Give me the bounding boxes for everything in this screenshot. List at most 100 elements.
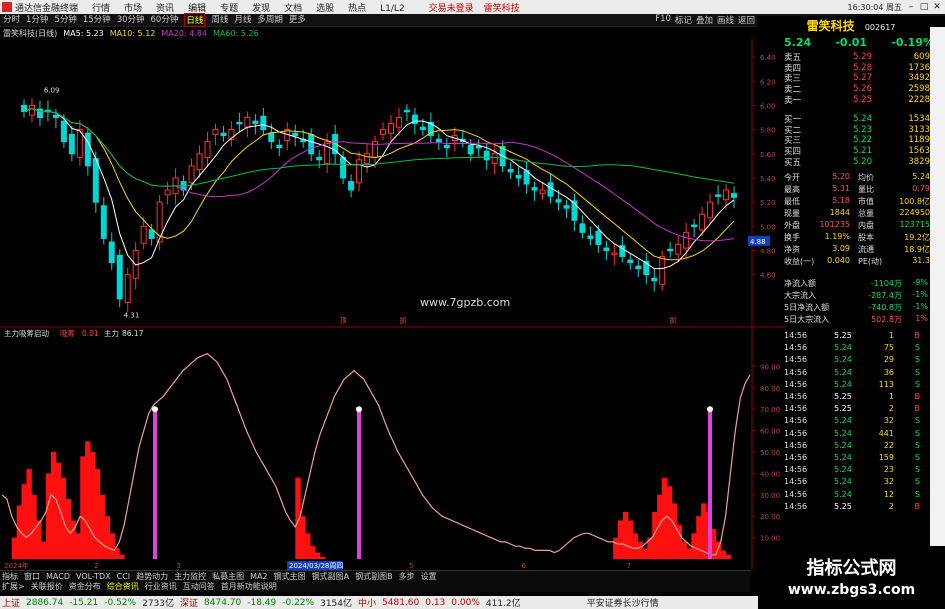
app-title: 通达信金融终端	[15, 3, 79, 14]
title-bar: 通达信金融终端 行情 市场 资讯 编辑 专题 发现 文档 选股 热点 L1/L2 交易未登录 雷笑…	[0, 0, 945, 14]
menu-item[interactable]: 选股	[316, 4, 334, 14]
extension-tab[interactable]: 首月新功能说明	[221, 581, 277, 592]
price-axis-label: 6.20	[760, 78, 776, 86]
menu-item[interactable]: 市场	[124, 4, 142, 14]
period-tab[interactable]: 多周期	[257, 13, 283, 27]
tick-row: 14:56 5.24 22 S	[784, 441, 930, 451]
period-tab[interactable]: 周线	[211, 13, 228, 27]
sh-index-label[interactable]: 上证	[2, 596, 20, 609]
menu-item[interactable]: 专题	[220, 4, 238, 14]
period-tab[interactable]: 30分钟	[117, 13, 145, 27]
indicator-tab[interactable]: 钢式副图B	[355, 571, 393, 582]
period-tab[interactable]: 日线	[184, 13, 206, 27]
indicator-tab[interactable]: MA2	[250, 572, 267, 581]
price-axis-label: 5.40	[760, 175, 776, 183]
bid-volume: 1563	[908, 146, 930, 157]
login-status-alt[interactable]: 雷笑科技	[484, 1, 520, 14]
candle-body	[364, 153, 371, 164]
maximize-icon[interactable]: □	[919, 2, 929, 12]
menu-item[interactable]: 热点	[348, 4, 366, 14]
toolbar-item[interactable]: 返回	[738, 14, 755, 26]
extension-tab[interactable]: 资金分布	[69, 581, 101, 592]
extension-tab[interactable]: 关联报价	[31, 581, 63, 592]
candle-body	[595, 230, 602, 245]
indicator-bar	[26, 469, 32, 559]
tick-time: 14:56	[784, 355, 808, 365]
chart-area[interactable]: 6.40 6.20 6.00 5.80 5.60 5.40 5.20 5.00 4.80 4.60…	[0, 39, 785, 570]
toolbar-item[interactable]: 画线	[717, 14, 734, 26]
period-tab[interactable]: 60分钟	[151, 13, 179, 27]
menu-item[interactable]: L1/L2	[380, 4, 405, 14]
period-tab[interactable]: 1分钟	[26, 13, 48, 27]
minimize-icon[interactable]: –	[906, 2, 916, 12]
flow-pct: -1%	[912, 290, 928, 299]
candle-body	[60, 120, 67, 143]
menu-item[interactable]: 编辑	[188, 4, 206, 14]
ask-price: 5.28	[853, 62, 872, 73]
zx-index-pct: 0.00%	[451, 597, 480, 608]
indicator-tab[interactable]: VOL-TDX	[76, 572, 111, 581]
tick-price: 5.25	[834, 392, 852, 401]
indicator-bar	[632, 533, 639, 559]
tick-row: 14:56 5.24 29 S	[784, 355, 930, 365]
stat-value: 5.24	[912, 172, 930, 181]
menu-item[interactable]: 行情	[92, 4, 110, 14]
stat-value: 1844	[829, 208, 850, 217]
tick-flag: S	[914, 379, 920, 389]
candle-body	[220, 132, 227, 137]
toolbar-item[interactable]: 叠加	[696, 14, 713, 26]
indicator-tab[interactable]: 私募主图	[212, 571, 244, 582]
indicator-tab[interactable]: 钢式主图	[274, 571, 306, 582]
indicator-tab[interactable]: 钢式副图A	[312, 571, 349, 582]
toolbar-item[interactable]: F10	[655, 14, 671, 26]
menu-item[interactable]: 文档	[284, 4, 302, 14]
extension-tab[interactable]: 行业资讯	[145, 581, 177, 592]
login-status[interactable]: 交易未登录	[429, 1, 474, 14]
indicator-tab[interactable]: 趋势动力	[136, 571, 168, 582]
indicator-tab[interactable]: 设置	[421, 571, 437, 582]
indicator-tab[interactable]: 窗口	[24, 571, 40, 582]
zx-index-label[interactable]: 中小	[358, 596, 376, 609]
candle-body	[340, 156, 347, 179]
period-tab[interactable]: 更多	[289, 13, 306, 27]
indicator-value-1: 0.01	[82, 329, 99, 338]
stat-label: 外盘	[784, 221, 800, 230]
extension-tab[interactable]: 互动问答	[183, 581, 215, 592]
flow-label: 净流入额	[784, 279, 816, 288]
candle-body	[116, 254, 123, 300]
period-tab[interactable]: 月线	[234, 13, 251, 27]
menu-item[interactable]: 资讯	[156, 4, 174, 14]
toolbar-item[interactable]: 标记	[675, 14, 692, 26]
extension-tabs: 扩展> 关联报价 资金分布 综合资讯 行业资讯 互动问答 首月新功能说明	[0, 581, 750, 592]
period-tab[interactable]: 分时	[3, 13, 20, 27]
period-tab[interactable]: 5分钟	[54, 13, 76, 27]
sz-index-label[interactable]: 深证	[180, 596, 198, 609]
sz-index-value: 8474.70	[204, 597, 242, 608]
extension-tab[interactable]: 综合资讯	[107, 581, 139, 592]
candle-body	[587, 235, 594, 239]
menu-item[interactable]: 发现	[252, 4, 270, 14]
stat-label: 最低	[784, 197, 800, 206]
period-tab[interactable]: 15分钟	[83, 13, 111, 27]
indicator-tab[interactable]: 多步	[399, 571, 415, 582]
indicator-tab[interactable]: CCI	[117, 572, 131, 581]
indicator-tab[interactable]: MACD	[46, 572, 70, 581]
candle-body	[100, 205, 107, 239]
sz-index-amount: 3154亿	[320, 599, 352, 609]
tick-time: 14:56	[784, 331, 808, 340]
bid-price: 5.24	[853, 114, 872, 125]
indicator-bar	[686, 548, 692, 559]
ask-volume: 3492	[908, 73, 930, 84]
indicator-tab[interactable]: 主力监控	[174, 571, 206, 582]
indicator-tab[interactable]: 指标	[2, 571, 18, 582]
tick-flag: S	[914, 428, 920, 438]
current-price-tag-label: 4.88	[750, 238, 766, 246]
ask-row: 卖一 5.25 2228	[784, 94, 930, 106]
date-axis-label: 2024年	[4, 561, 29, 570]
ma5-label: MA5: 5.23	[63, 28, 104, 38]
indicator-bar	[637, 541, 643, 559]
extension-tab[interactable]: 扩展>	[2, 581, 25, 592]
close-icon[interactable]: ✕	[932, 2, 942, 12]
candle-body	[387, 123, 394, 134]
candle-body	[707, 201, 714, 219]
